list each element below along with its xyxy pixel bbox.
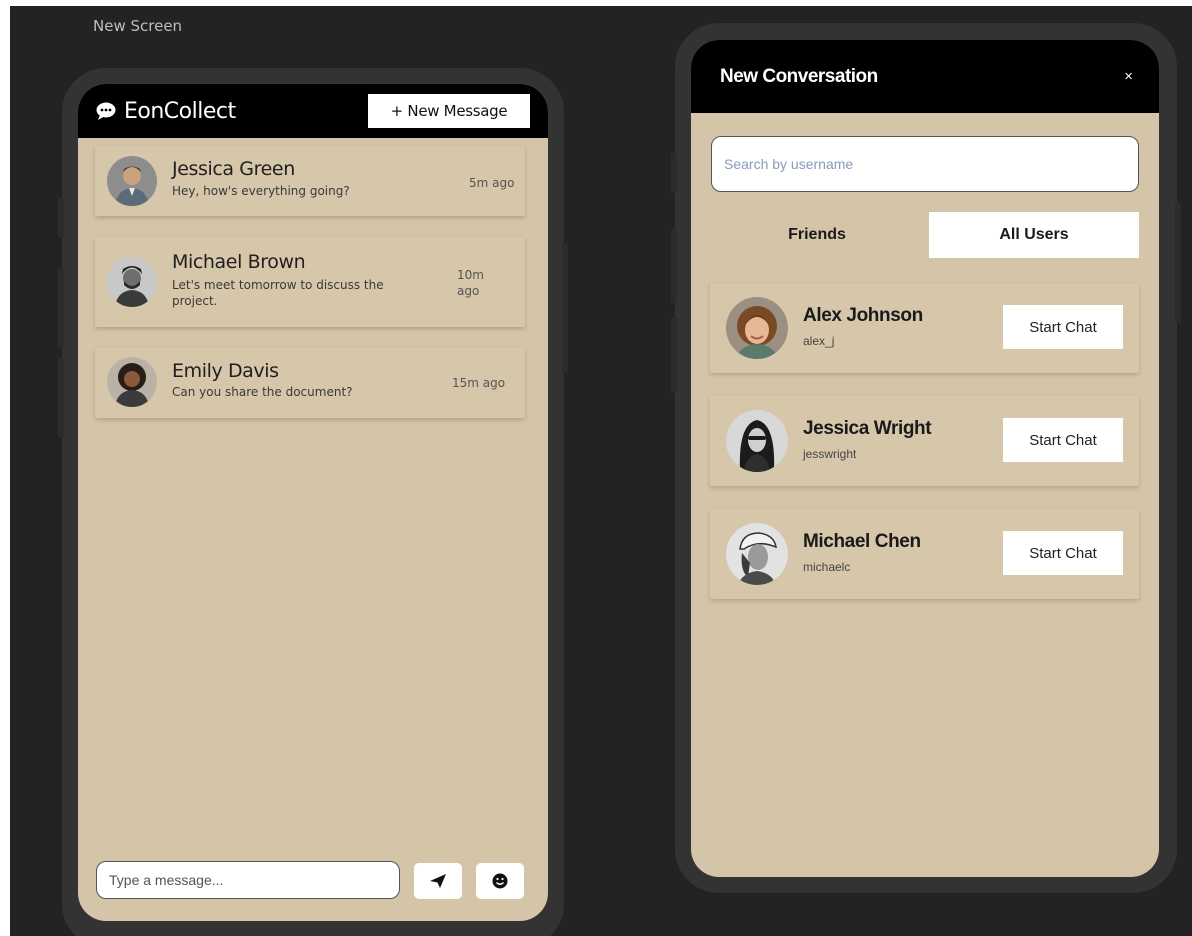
start-chat-button[interactable]: Start Chat (1003, 305, 1123, 349)
frame-label: New Screen (93, 17, 183, 35)
side-button (1175, 203, 1181, 323)
tab-all-users[interactable]: All Users (929, 212, 1139, 258)
send-icon (430, 874, 446, 888)
user-name: Alex Johnson (803, 305, 923, 326)
side-button (671, 228, 677, 303)
avatar (107, 357, 157, 407)
user-handle: jesswright (803, 447, 857, 461)
user-handle: alex_j (803, 334, 835, 348)
conversation-time: 15m ago (452, 376, 506, 390)
emoji-button[interactable] (476, 863, 524, 899)
avatar (107, 257, 157, 307)
app-header: EonCollect + New Message (78, 84, 548, 138)
start-chat-button[interactable]: Start Chat (1003, 531, 1123, 575)
user-name: Jessica Wright (803, 418, 932, 439)
conversation-time: 5m ago (469, 176, 515, 190)
avatar (726, 297, 788, 359)
design-canvas: New Screen EonCollect + New Message Jess… (10, 6, 1192, 936)
conversation-name: Emily Davis (172, 360, 279, 382)
emoji-icon (492, 873, 508, 889)
new-message-button[interactable]: + New Message (368, 94, 530, 128)
avatar (726, 523, 788, 585)
conversation-time: 10m ago (457, 268, 484, 298)
chat-bubble-icon (96, 102, 116, 120)
conversation-name: Michael Brown (172, 251, 306, 273)
new-conversation-screen: New Conversation × Friends All Users (691, 40, 1159, 877)
user-card: Jessica Wright jesswright Start Chat (710, 396, 1139, 486)
side-button (58, 198, 64, 238)
conversation-item[interactable]: Emily Davis Can you share the document? … (95, 348, 525, 418)
user-handle: michaelc (803, 560, 851, 574)
modal-header: New Conversation × (691, 40, 1159, 113)
start-chat-button[interactable]: Start Chat (1003, 418, 1123, 462)
side-button (58, 358, 64, 438)
app-name: EonCollect (124, 98, 236, 124)
user-card: Michael Chen michaelc Start Chat (710, 509, 1139, 599)
tab-friends[interactable]: Friends (710, 212, 924, 258)
phone-frame-messages: EonCollect + New Message Jessica Green H (58, 68, 568, 936)
send-button[interactable] (414, 863, 462, 899)
conversation-preview: Can you share the document? (172, 385, 353, 399)
avatar (107, 156, 157, 206)
close-icon[interactable]: × (1124, 68, 1133, 85)
side-button (671, 318, 677, 393)
modal-title: New Conversation (720, 65, 878, 87)
app-brand: EonCollect (96, 99, 236, 124)
message-input[interactable] (96, 861, 400, 899)
conversation-preview: Let's meet tomorrow to discuss the proje… (172, 278, 384, 308)
conversation-preview: Hey, how's everything going? (172, 184, 350, 198)
conversation-item[interactable]: Jessica Green Hey, how's everything goin… (95, 146, 525, 216)
username-search-input[interactable] (711, 136, 1139, 192)
avatar (726, 410, 788, 472)
side-button (58, 268, 64, 348)
message-composer (96, 861, 526, 899)
user-name: Michael Chen (803, 531, 921, 552)
phone-frame-new-conversation: New Conversation × Friends All Users (671, 23, 1181, 893)
conversation-name: Jessica Green (172, 158, 295, 180)
side-button (671, 153, 677, 193)
user-card: Alex Johnson alex_j Start Chat (710, 283, 1139, 373)
side-button (562, 243, 568, 373)
messages-screen: EonCollect + New Message Jessica Green H (78, 84, 548, 921)
conversation-item[interactable]: Michael Brown Let's meet tomorrow to dis… (95, 237, 525, 327)
